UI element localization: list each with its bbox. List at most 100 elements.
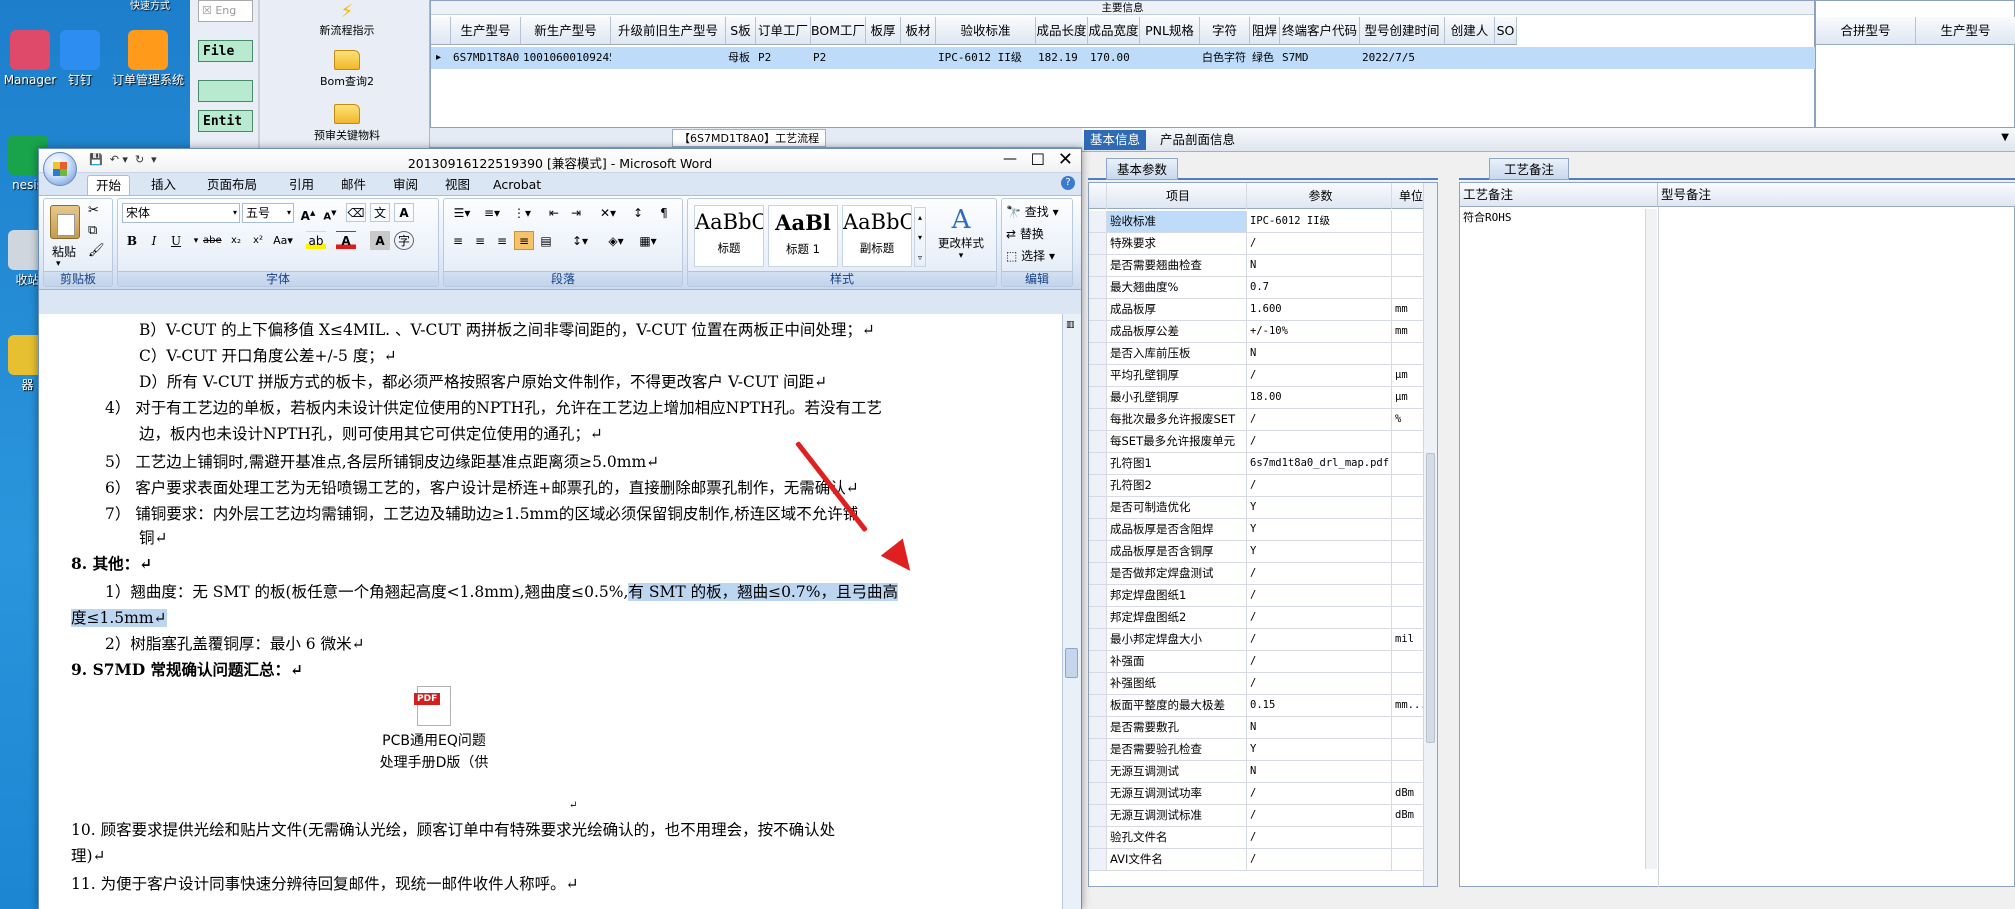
tab-ribbon[interactable]: 审阅 (385, 175, 426, 195)
param-value[interactable]: 6s7md1t8a0_drl_map.pdf (1247, 453, 1392, 474)
param-name[interactable]: 补强图纸 (1107, 673, 1247, 694)
scroll-thumb[interactable] (1065, 648, 1078, 678)
col-header[interactable]: PNL规格 (1140, 17, 1200, 45)
line-spacing-icon[interactable]: ↕▾ (566, 231, 594, 250)
tab-basic-params[interactable]: 基本参数 (1106, 158, 1179, 180)
param-row[interactable]: 是否入库前压板NY (1089, 343, 1437, 365)
align-right-icon[interactable]: ≡ (492, 231, 512, 250)
minimize-icon[interactable]: — (1003, 151, 1017, 167)
col-header[interactable]: 字符 (1200, 17, 1250, 45)
table-cell[interactable] (868, 47, 901, 69)
param-name[interactable]: 无源互调测试功率 (1107, 783, 1247, 804)
param-value[interactable]: 0.15 (1247, 695, 1392, 716)
col-header[interactable]: 板材 (901, 17, 936, 45)
maximize-icon[interactable]: ☐ (1031, 150, 1045, 169)
style-gallery-item[interactable]: AaBl 标题 1 (768, 205, 838, 267)
param-row[interactable]: 孔符图2/Y (1089, 475, 1437, 497)
align-left-icon[interactable]: ≡ (448, 231, 468, 250)
style-gallery-item[interactable]: AaBbC 标题 (694, 205, 764, 267)
tab-process-remark[interactable]: 工艺备注 (1489, 158, 1570, 180)
close-icon[interactable]: ✕ (1058, 149, 1073, 170)
table-cell[interactable]: 182.19 (1038, 47, 1088, 69)
table-cell[interactable]: P2 (758, 47, 811, 69)
param-row[interactable]: 是否可制造优化YY (1089, 497, 1437, 519)
copy-icon[interactable]: ⧉ (88, 223, 97, 238)
bullets-icon[interactable]: ☰▾ (448, 203, 476, 222)
justify-icon[interactable]: ≡ (514, 231, 534, 250)
col-header[interactable]: S板 (726, 17, 756, 45)
param-row[interactable]: 无源互调测试NY (1089, 761, 1437, 783)
superscript-icon[interactable]: x² (248, 231, 268, 250)
font-color-icon[interactable]: A (336, 231, 356, 250)
param-name[interactable]: 是否需要验孔检查 (1107, 739, 1247, 760)
enclose-character-icon[interactable]: 字 (394, 231, 414, 250)
col-header[interactable]: 型号创建时间 (1360, 17, 1445, 45)
param-row[interactable]: 特殊要求/Y (1089, 233, 1437, 255)
table-cell[interactable]: S7MD (1282, 47, 1360, 69)
remark-scrollbar[interactable] (1645, 209, 1657, 869)
param-value[interactable]: / (1247, 651, 1392, 672)
param-name[interactable]: 最大翘曲度% (1107, 277, 1247, 298)
param-row[interactable]: 是否做邦定焊盘测试/Y (1089, 563, 1437, 585)
table-cell[interactable]: IPC-6012 II级 (938, 47, 1036, 69)
tab-ribbon[interactable]: 页面布局 (199, 175, 265, 195)
table-cell[interactable]: 6S7MD1T8A0 (453, 47, 521, 69)
nav-link-precheck[interactable]: 预审关键物料 (302, 104, 392, 143)
param-row[interactable]: 平均孔壁铜厚/μmY (1089, 365, 1437, 387)
nav-link-new-flow[interactable]: ⚡ 新流程指示 (302, 2, 392, 38)
replace-button[interactable]: ⇄ 替换 (1006, 225, 1044, 242)
nav-link-bom-query[interactable]: Bom查询2 (302, 50, 392, 89)
param-scrollbar[interactable] (1423, 183, 1437, 886)
param-row[interactable]: 每批次最多允许报废SET/%Y (1089, 409, 1437, 431)
param-name[interactable]: 邦定焊盘图纸1 (1107, 585, 1247, 606)
decrease-indent-icon[interactable]: ⇤ (544, 203, 564, 222)
col-header[interactable]: 参数 (1247, 183, 1392, 209)
embedded-pdf-object[interactable]: PDF PCB通用EQ问题 处理手册D版（供 (369, 686, 499, 772)
col-header[interactable]: SO (1495, 17, 1517, 45)
param-row[interactable]: 补强图纸/Y (1089, 673, 1437, 695)
phonetic-guide-icon[interactable]: 文 (370, 203, 390, 222)
tab-ribbon[interactable]: 邮件 (333, 175, 374, 195)
param-value[interactable]: / (1247, 585, 1392, 606)
scroll-thumb[interactable] (1426, 453, 1435, 743)
office-button[interactable] (43, 152, 77, 186)
table-cell[interactable]: P2 (813, 47, 866, 69)
param-name[interactable]: 平均孔壁铜厚 (1107, 365, 1247, 386)
col-header[interactable]: 项目 (1107, 183, 1247, 209)
param-value[interactable]: Y (1247, 739, 1392, 760)
param-row[interactable]: 是否需要敷孔NY (1089, 717, 1437, 739)
change-styles-button[interactable]: A 更改样式 ▾ (930, 205, 992, 261)
param-name[interactable]: 最小孔壁铜厚 (1107, 387, 1247, 408)
param-value[interactable]: N (1247, 343, 1392, 364)
param-name[interactable]: 每SET最多允许报废单元 (1107, 431, 1247, 452)
font-name-select[interactable]: 宋体 ▾ (122, 203, 240, 223)
ruler-toggle-icon[interactable]: ▥ (1066, 320, 1078, 334)
table-cell[interactable]: 2022/7/5 (1362, 47, 1445, 69)
tab-basic-info[interactable]: 基本信息 (1084, 130, 1147, 150)
param-name[interactable]: 孔符图2 (1107, 475, 1247, 496)
find-button[interactable]: 🔭 查找 ▾ (1006, 203, 1059, 220)
document-page[interactable]: B）V-CUT 的上下偏移值 X≤4MIL. 、V-CUT 两拼板之间非零间距的… (39, 314, 1063, 909)
col-header[interactable]: 成品长度 (1036, 17, 1088, 45)
document-scrollbar[interactable]: ▥ (1062, 314, 1081, 909)
distributed-icon[interactable]: ▤ (536, 231, 556, 250)
col-header[interactable]: 订单工厂 (756, 17, 811, 45)
param-name[interactable]: 是否可制造优化 (1107, 497, 1247, 518)
character-shading-icon[interactable]: A (370, 231, 390, 250)
col-header[interactable]: 型号备注 (1658, 183, 2015, 207)
nav-blank-button[interactable] (198, 80, 253, 102)
remark-value[interactable]: 符合ROHS (1463, 209, 1512, 225)
param-name[interactable]: 最小邦定焊盘大小 (1107, 629, 1247, 650)
param-name[interactable]: 是否需要敷孔 (1107, 717, 1247, 738)
param-value[interactable]: / (1247, 365, 1392, 386)
param-row[interactable]: 邦定焊盘图纸1/Y (1089, 585, 1437, 607)
param-row[interactable]: 无源互调测试标准/dBmY (1089, 805, 1437, 827)
col-header[interactable]: 生产型号 (1916, 17, 2015, 45)
param-name[interactable]: 孔符图1 (1107, 453, 1247, 474)
param-value[interactable]: Y (1247, 541, 1392, 562)
param-name[interactable]: AVI文件名 (1107, 849, 1247, 870)
col-header[interactable]: 工艺备注 (1460, 183, 1658, 207)
col-header[interactable]: BOM工厂 (811, 17, 866, 45)
param-row[interactable]: 成品板厚公差+/-10%mmY (1089, 321, 1437, 343)
param-row[interactable]: 最大翘曲度%0.7Y (1089, 277, 1437, 299)
